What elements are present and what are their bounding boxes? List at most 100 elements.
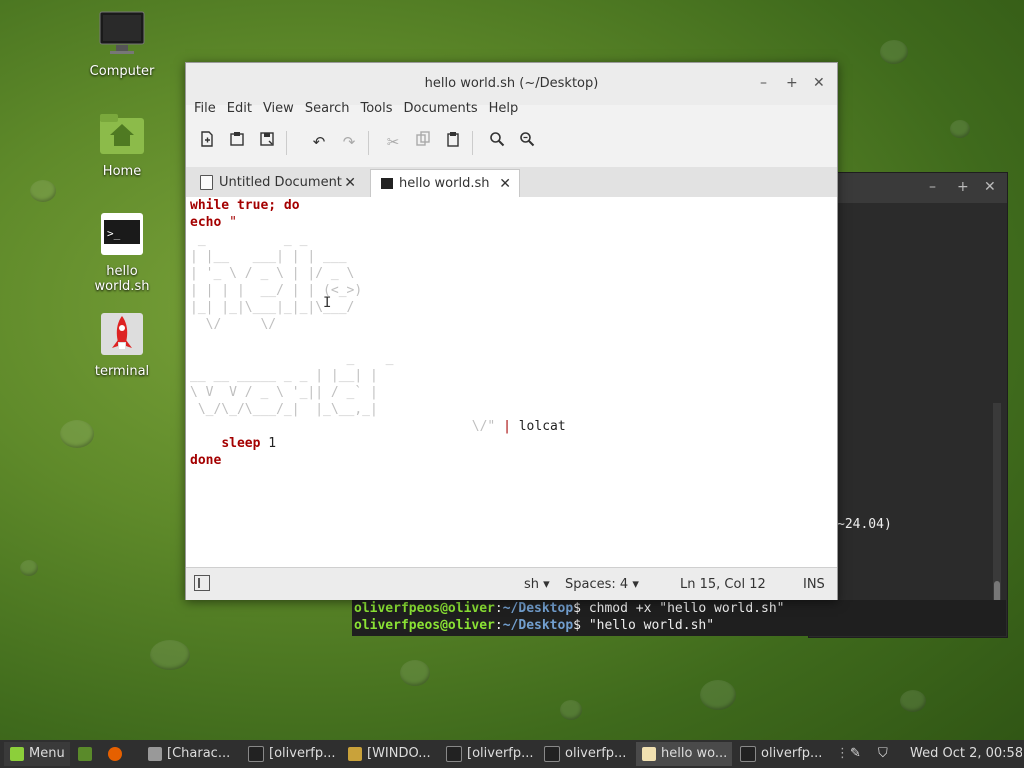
ascii-art-hello: _ _ _ | |__ ___| | | ___ | '_ \ / _ \ | … bbox=[190, 232, 363, 332]
language-label: sh bbox=[524, 577, 540, 592]
menu-label: Menu bbox=[29, 746, 65, 761]
search-replace-icon[interactable] bbox=[514, 129, 540, 155]
open-document-icon[interactable] bbox=[224, 129, 250, 155]
task-character-map[interactable]: [Charac... bbox=[142, 742, 238, 766]
terminal-scrollbar[interactable] bbox=[993, 403, 1001, 633]
menu-button[interactable]: Menu bbox=[4, 742, 70, 766]
close-icon[interactable]: ✕ bbox=[984, 179, 996, 195]
code-editor[interactable]: while true; do echo " _ _ _ | |__ ___| |… bbox=[186, 197, 837, 567]
minimize-icon[interactable]: – bbox=[929, 179, 936, 195]
chevron-down-icon: ▾ bbox=[543, 577, 550, 592]
tab-untitled-document[interactable]: Untitled Document ✕ bbox=[194, 169, 364, 197]
rain-drop bbox=[700, 680, 736, 710]
terminal-icon bbox=[544, 745, 560, 762]
menu-help[interactable]: Help bbox=[489, 101, 519, 116]
desktop-icon-label: Computer bbox=[89, 64, 155, 79]
sleep-value: 1 bbox=[260, 436, 277, 451]
show-desktop-icon[interactable] bbox=[74, 742, 96, 766]
cut-icon[interactable]: ✂ bbox=[380, 129, 406, 155]
language-selector[interactable]: sh ▾ bbox=[524, 577, 550, 592]
task-hello-world-editor[interactable]: hello wo... bbox=[636, 742, 732, 766]
sleep-keyword: sleep bbox=[221, 436, 261, 451]
home-folder-icon bbox=[98, 110, 146, 158]
menu-edit[interactable]: Edit bbox=[227, 101, 252, 116]
desktop-icon-terminal[interactable]: terminal bbox=[77, 310, 167, 379]
close-tab-icon[interactable]: ✕ bbox=[499, 170, 511, 198]
desktop-icon-computer[interactable]: Computer bbox=[77, 10, 167, 79]
terminal-titlebar[interactable]: – + ✕ bbox=[809, 173, 1007, 203]
terminal-icon bbox=[381, 178, 393, 189]
text-editor-icon bbox=[642, 746, 656, 761]
task-label: [oliverfp... bbox=[467, 746, 534, 761]
paste-icon[interactable] bbox=[440, 129, 466, 155]
menu-file[interactable]: File bbox=[194, 101, 216, 116]
tab-width-selector[interactable]: Spaces: 4 ▾ bbox=[565, 577, 639, 592]
done-keyword: done bbox=[190, 453, 222, 468]
lolcat-command: lolcat bbox=[518, 419, 566, 434]
menu-bar: File Edit View Search Tools Documents Help bbox=[186, 101, 521, 123]
menu-view[interactable]: View bbox=[263, 101, 294, 116]
cursor-position[interactable]: Ln 15, Col 12 bbox=[680, 577, 766, 592]
terminal-line: oliverfpeos@oliver:~/Desktop$ "hello wor… bbox=[354, 618, 715, 633]
new-document-icon[interactable] bbox=[194, 129, 220, 155]
maximize-icon[interactable]: + bbox=[786, 75, 798, 91]
text-editor-window[interactable]: hello world.sh (~/Desktop) – + ✕ File Edi… bbox=[185, 62, 838, 600]
copy-icon[interactable] bbox=[410, 129, 436, 155]
mint-logo-icon bbox=[10, 746, 24, 761]
desktop-icon-label: hello world.sh bbox=[94, 264, 150, 294]
echo-keyword: echo bbox=[190, 215, 222, 230]
terminal-partial-output: ~24.04) bbox=[837, 517, 892, 532]
desktop-icon-label: terminal bbox=[94, 364, 150, 379]
firefox-icon[interactable] bbox=[104, 742, 132, 766]
code-content: while true; do echo " _ _ _ | |__ ___| |… bbox=[190, 197, 566, 469]
task-terminal-4[interactable]: oliverfp... bbox=[734, 742, 830, 766]
task-terminal-1[interactable]: [oliverfp... bbox=[242, 742, 338, 766]
rain-drop bbox=[400, 660, 430, 686]
pen-tray-icon[interactable]: ✎ bbox=[850, 742, 872, 766]
rain-drop bbox=[30, 180, 56, 202]
terminal-window[interactable]: – + ✕ ~24.04) bbox=[808, 172, 1008, 638]
app-icon bbox=[148, 746, 162, 761]
task-label: oliverfp... bbox=[761, 746, 823, 761]
side-panel-toggle-icon[interactable] bbox=[194, 575, 210, 591]
task-terminal-3[interactable]: oliverfp... bbox=[538, 742, 634, 766]
editor-titlebar[interactable]: hello world.sh (~/Desktop) – + ✕ bbox=[186, 63, 837, 105]
redo-icon[interactable]: ↷ bbox=[336, 129, 362, 155]
document-icon bbox=[200, 175, 213, 190]
script-file-icon: >_ bbox=[98, 210, 146, 258]
terminal-output[interactable]: oliverfpeos@oliver:~/Desktop$ chmod +x "… bbox=[352, 600, 1006, 636]
tray-separator-icon: ⋮ bbox=[836, 746, 846, 761]
toolbar-separator bbox=[472, 131, 473, 155]
computer-icon bbox=[98, 10, 146, 58]
rain-drop bbox=[150, 640, 190, 670]
desktop-icon-label: Home bbox=[102, 164, 142, 179]
tab-label: Untitled Document bbox=[219, 175, 342, 190]
pipe-operator: | bbox=[495, 419, 519, 434]
maximize-icon[interactable]: + bbox=[957, 179, 969, 195]
menu-documents[interactable]: Documents bbox=[404, 101, 478, 116]
save-document-icon[interactable] bbox=[254, 129, 280, 155]
menu-tools[interactable]: Tools bbox=[360, 101, 392, 116]
terminal-icon bbox=[248, 745, 264, 762]
rain-drop bbox=[900, 690, 926, 712]
tab-hello-world-sh[interactable]: hello world.sh ✕ bbox=[370, 169, 520, 198]
menu-search[interactable]: Search bbox=[305, 101, 350, 116]
task-label: [WINDO... bbox=[367, 746, 431, 761]
undo-icon[interactable]: ↶ bbox=[306, 129, 332, 155]
search-icon[interactable] bbox=[484, 129, 510, 155]
ascii-art-end: \/" bbox=[471, 419, 496, 434]
svg-text:>_: >_ bbox=[107, 227, 121, 240]
task-terminal-2[interactable]: [oliverfp... bbox=[440, 742, 536, 766]
toolbar-separator bbox=[286, 131, 287, 155]
desktop-icon-hello-world-sh[interactable]: >_ hello world.sh bbox=[77, 210, 167, 294]
close-icon[interactable]: ✕ bbox=[813, 75, 825, 91]
minimize-icon[interactable]: – bbox=[760, 75, 767, 91]
taskbar: Menu [Charac... [oliverfp... [WINDO... [… bbox=[0, 740, 1024, 768]
insert-mode[interactable]: INS bbox=[803, 577, 825, 592]
close-tab-icon[interactable]: ✕ bbox=[344, 169, 356, 197]
terminal-icon bbox=[740, 745, 756, 762]
clock[interactable]: Wed Oct 2, 00:58 bbox=[910, 742, 1022, 766]
desktop-icon-home[interactable]: Home bbox=[77, 110, 167, 179]
shield-icon[interactable]: ⛉ bbox=[878, 742, 900, 766]
task-windows[interactable]: [WINDO... bbox=[342, 742, 438, 766]
